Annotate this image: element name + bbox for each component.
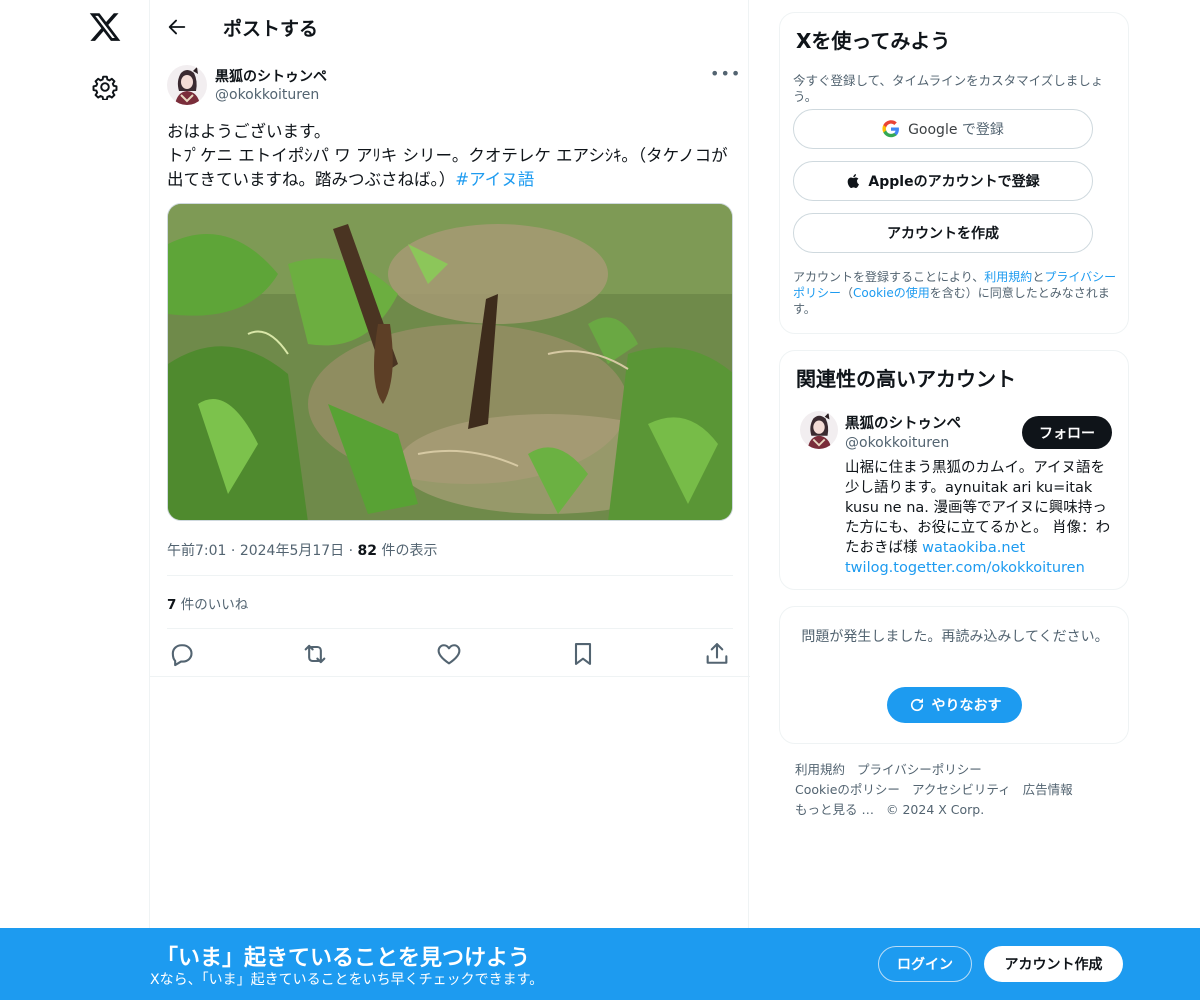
post-date[interactable]: 2024年5月17日: [240, 543, 344, 559]
related-account-bio: 山裾に住まう黒狐のカムイ。アイヌ語を少し語ります。aynuitak ari ku…: [845, 458, 1115, 578]
signup-legal-text: アカウントを登録することにより、利用規約とプライバシーポリシー（Cookieの使…: [793, 269, 1123, 317]
legal-prefix: アカウントを登録することにより、: [793, 270, 985, 284]
terms-link[interactable]: 利用規約: [984, 270, 1032, 284]
post-text-line2: トﾌﾟケニ エトイポｼパ ワ アﾘキ シリー。クオテレケ エアシｼｷ。（タケノコ…: [167, 144, 737, 192]
footer-privacy-link[interactable]: プライバシーポリシー: [857, 762, 982, 777]
related-account-handle[interactable]: @okokkoituren: [845, 435, 949, 451]
divider: [167, 628, 733, 629]
post-text: おはようございます。 トﾌﾟケニ エトイポｼパ ワ アﾘキ シリー。クオテレケ …: [167, 120, 737, 192]
error-card: 問題が発生しました。再読み込みしてください。 やりなおす: [779, 606, 1129, 744]
footer-terms-link[interactable]: 利用規約: [795, 762, 845, 777]
post-meta: 午前7:01 · 2024年5月17日 · 82 件の表示: [167, 543, 438, 559]
divider: [150, 676, 750, 677]
page-header: ポストする: [150, 0, 750, 53]
post-image[interactable]: [167, 203, 733, 521]
likes-count: 7: [167, 597, 177, 613]
bio-link[interactable]: twilog.togetter.com/okokkoituren: [845, 560, 1085, 576]
author-name[interactable]: 黒狐のシトゥンペ: [215, 66, 327, 86]
views-count: 82: [357, 543, 378, 559]
apple-signup-label: Appleのアカウントで登録: [868, 174, 1040, 190]
create-account-button[interactable]: アカウントを作成: [793, 213, 1093, 253]
reply-icon[interactable]: [167, 640, 195, 668]
footer-ads-link[interactable]: 広告情報: [1023, 782, 1073, 797]
x-logo-icon[interactable]: [88, 10, 122, 44]
google-signup-button[interactable]: Google で登録: [793, 109, 1093, 149]
likes-label: 件のいいね: [180, 597, 249, 613]
footer-accessibility-link[interactable]: アクセシビリティ: [912, 782, 1011, 797]
retry-label: やりなおす: [931, 698, 1002, 714]
divider: [167, 575, 733, 576]
refresh-icon: [910, 698, 923, 712]
post-text-line1: おはようございます。: [167, 122, 331, 141]
left-nav: [0, 0, 150, 1000]
related-account-name[interactable]: 黒狐のシトゥンペ: [845, 412, 961, 433]
google-g-icon: [882, 120, 900, 138]
views-label: 件の表示: [381, 543, 438, 559]
signup-card-subtitle: 今すぐ登録して、タイムラインをカスタマイズしましょう。: [793, 73, 1104, 104]
cookie-link[interactable]: Cookieの使用: [853, 286, 930, 300]
more-options-icon[interactable]: •••: [710, 64, 741, 83]
bottom-signup-bar: 「いま」起きていることを見つけよう Xなら、「いま」起きていることをいち早くチェ…: [0, 928, 1200, 1000]
footer-links: 利用規約 プライバシーポリシー Cookieのポリシー アクセシビリティ 広告情報 も…: [795, 760, 1115, 820]
likes-summary[interactable]: 7 件のいいね: [167, 593, 248, 613]
apple-logo-icon: [848, 174, 860, 189]
back-arrow-icon[interactable]: [166, 16, 188, 38]
apple-signup-button[interactable]: Appleのアカウントで登録: [793, 161, 1093, 201]
share-icon[interactable]: [703, 640, 731, 668]
error-message: 問題が発生しました。再読み込みしてください。: [801, 629, 1109, 645]
post-text-body: トﾌﾟケニ エトイポｼパ ワ アﾘキ シリー。クオテレケ エアシｼｷ。（タケノコ…: [167, 146, 728, 189]
post-time[interactable]: 午前7:01: [167, 543, 226, 559]
page-title: ポストする: [223, 18, 319, 40]
legal-paren: （: [841, 286, 854, 300]
bio-link[interactable]: wataokiba.net: [922, 540, 1025, 556]
related-account-avatar[interactable]: [800, 411, 838, 449]
repost-icon[interactable]: [301, 640, 329, 668]
like-heart-icon[interactable]: [435, 640, 463, 668]
footer-cookie-link[interactable]: Cookieのポリシー: [795, 782, 900, 797]
main-column: ポストする 黒狐のシトゥンペ @okokkoituren ••• おはようござい…: [149, 0, 750, 1000]
signup-card-title: Xを使ってみよう: [796, 29, 951, 53]
author-avatar[interactable]: [167, 65, 207, 105]
bookmark-icon[interactable]: [569, 640, 597, 668]
related-accounts-card: 関連性の高いアカウント 黒狐のシトゥンペ @okokkoituren フォロー …: [779, 350, 1129, 590]
signup-card: Xを使ってみよう 今すぐ登録して、タイムラインをカスタマイズしましょう。 Goo…: [779, 12, 1129, 334]
gear-icon[interactable]: [92, 74, 118, 100]
google-signup-label: Google で登録: [908, 122, 1004, 138]
bottom-bar-title: 「いま」起きていることを見つけよう: [156, 946, 531, 971]
login-button[interactable]: ログイン: [878, 946, 972, 982]
legal-and: と: [1032, 270, 1045, 284]
create-account-label: アカウントを作成: [887, 226, 999, 242]
bottom-bar-subtitle: Xなら、「いま」起きていることをいち早くチェックできます。: [150, 972, 544, 988]
author-handle[interactable]: @okokkoituren: [215, 87, 319, 103]
hashtag-link[interactable]: #アイヌ語: [455, 170, 534, 189]
retry-button[interactable]: やりなおす: [887, 687, 1022, 723]
footer-copyright: © 2024 X Corp.: [885, 802, 985, 817]
footer-more-link[interactable]: もっと見る …: [795, 802, 874, 817]
action-bar: [167, 640, 737, 668]
related-accounts-title: 関連性の高いアカウント: [796, 367, 1016, 391]
follow-button[interactable]: フォロー: [1022, 416, 1112, 449]
signup-button[interactable]: アカウント作成: [984, 946, 1123, 982]
